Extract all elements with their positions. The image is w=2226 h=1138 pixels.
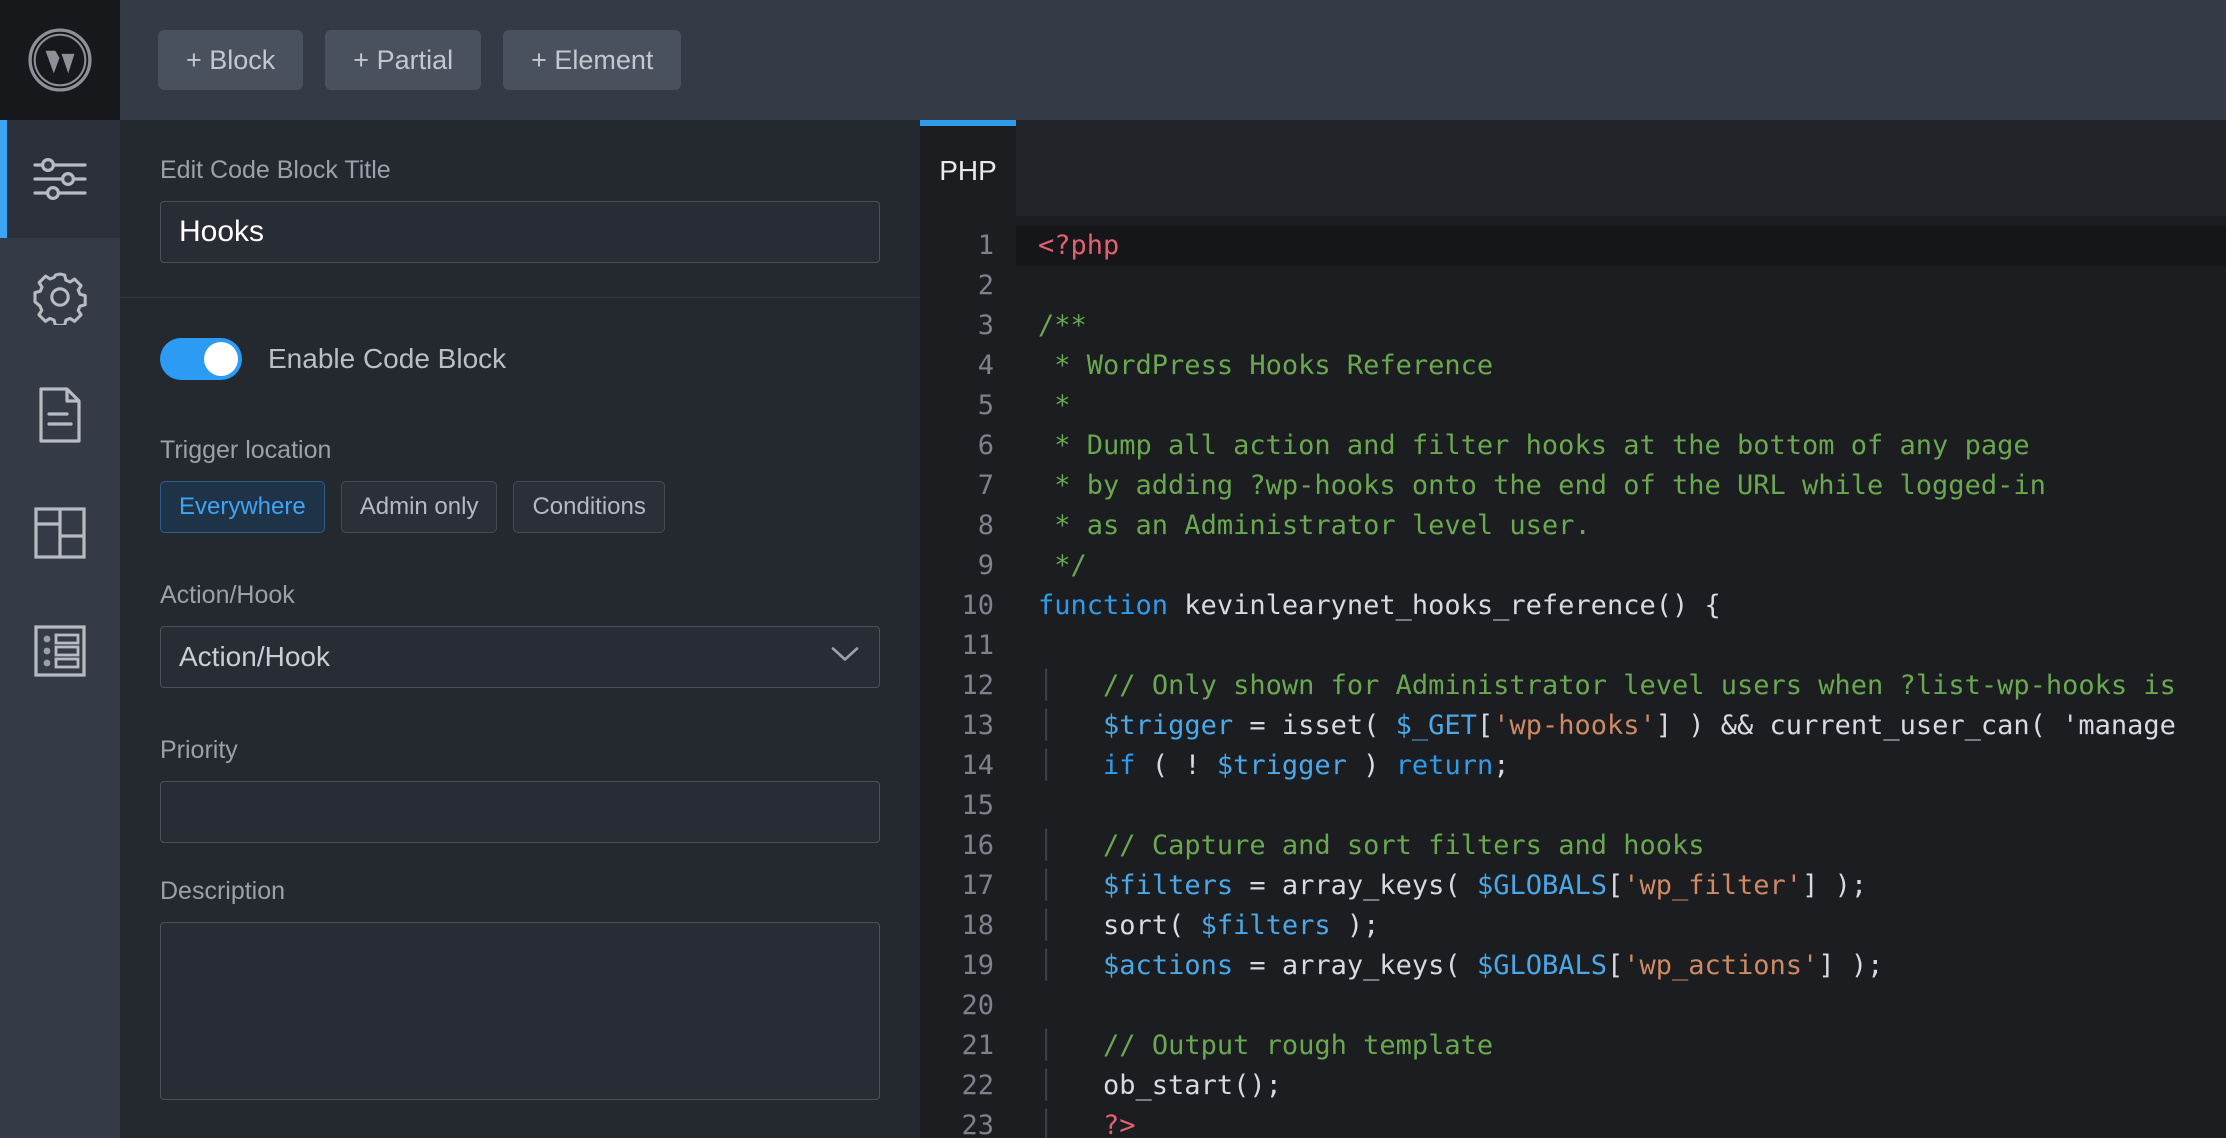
code-line: * by adding ?wp-hooks onto the end of th…	[1038, 466, 2226, 506]
add-block-button[interactable]: + Block	[158, 30, 303, 90]
description-label: Description	[160, 877, 880, 906]
line-number: 6	[920, 426, 994, 466]
wordpress-logo-icon[interactable]	[0, 0, 120, 120]
sliders-icon	[31, 154, 89, 204]
main-body: Edit Code Block Title Enable Code Block …	[0, 120, 2226, 1138]
code-line	[1038, 266, 2226, 306]
layout-icon	[32, 505, 88, 561]
line-number: 21	[920, 1026, 994, 1066]
document-icon	[36, 386, 84, 444]
tab-php[interactable]: PHP	[920, 120, 1016, 216]
trigger-option-admin-only[interactable]: Admin only	[341, 481, 498, 533]
code-area[interactable]: 1 2 3 4 5 6 7 8 9 10 11 12 13 14 15 16 1	[920, 216, 2226, 1138]
code-line	[1038, 986, 2226, 1026]
toggle-knob	[204, 342, 238, 376]
line-number: 5	[920, 386, 994, 426]
add-element-button[interactable]: + Element	[503, 30, 681, 90]
editor-tabbar: PHP	[920, 120, 2226, 216]
code-line	[1038, 626, 2226, 666]
code-line: │ $trigger = isset( $_GET['wp-hooks'] ) …	[1038, 706, 2226, 746]
trigger-option-everywhere[interactable]: Everywhere	[160, 481, 325, 533]
line-number: 4	[920, 346, 994, 386]
line-number: 23	[920, 1106, 994, 1138]
code-line: * as an Administrator level user.	[1038, 506, 2226, 546]
line-number: 12	[920, 666, 994, 706]
trigger-location-label: Trigger location	[160, 436, 880, 465]
sidebar-item-layouts[interactable]	[0, 474, 120, 592]
code-line: * Dump all action and filter hooks at th…	[1038, 426, 2226, 466]
settings-panel: Edit Code Block Title Enable Code Block …	[120, 120, 920, 1138]
line-number: 18	[920, 906, 994, 946]
settings-section: Enable Code Block Trigger location Every…	[120, 298, 920, 1100]
icon-rail	[0, 120, 120, 1138]
enable-code-block-toggle[interactable]	[160, 338, 242, 380]
code-line: │ // Only shown for Administrator level …	[1038, 666, 2226, 706]
line-number: 9	[920, 546, 994, 586]
code-line: │ $filters = array_keys( $GLOBALS['wp_fi…	[1038, 866, 2226, 906]
code-line: function kevinlearynet_hooks_reference()…	[1038, 586, 2226, 626]
code-text[interactable]: <?php /** * WordPress Hooks Reference * …	[1016, 216, 2226, 1138]
code-line: │ // Output rough template	[1038, 1026, 2226, 1066]
toolbar-button-group: + Block + Partial + Element	[120, 0, 681, 120]
trigger-location-group: Everywhere Admin only Conditions	[160, 481, 880, 533]
sidebar-item-options[interactable]	[0, 238, 120, 356]
line-number: 1	[920, 226, 994, 266]
code-line: │ sort( $filters );	[1038, 906, 2226, 946]
line-number: 15	[920, 786, 994, 826]
sidebar-item-settings-sliders[interactable]	[0, 120, 120, 238]
gear-icon	[32, 269, 88, 325]
line-number: 10	[920, 586, 994, 626]
trigger-option-conditions[interactable]: Conditions	[513, 481, 664, 533]
code-editor: PHP 1 2 3 4 5 6 7 8 9 10 11 12 13 14	[920, 120, 2226, 1138]
line-number: 14	[920, 746, 994, 786]
code-line: │ ?>	[1038, 1106, 2226, 1138]
line-number-gutter: 1 2 3 4 5 6 7 8 9 10 11 12 13 14 15 16 1	[920, 216, 1016, 1138]
line-number: 19	[920, 946, 994, 986]
sidebar-item-pages[interactable]	[0, 356, 120, 474]
title-field-label: Edit Code Block Title	[160, 156, 880, 185]
line-number: 3	[920, 306, 994, 346]
action-hook-label: Action/Hook	[160, 581, 880, 610]
action-hook-select[interactable]: Action/Hook	[160, 626, 880, 688]
enable-code-block-label: Enable Code Block	[268, 343, 506, 375]
priority-label: Priority	[160, 736, 880, 765]
code-line: <?php	[1016, 226, 2226, 266]
code-line: */	[1038, 546, 2226, 586]
code-line: │ if ( ! $trigger ) return;	[1038, 746, 2226, 786]
code-line: *	[1038, 386, 2226, 426]
line-number: 2	[920, 266, 994, 306]
add-partial-button[interactable]: + Partial	[325, 30, 481, 90]
priority-field-wrap	[160, 781, 880, 843]
line-number: 13	[920, 706, 994, 746]
sidebar-item-library[interactable]	[0, 592, 120, 710]
description-textarea[interactable]	[160, 922, 880, 1100]
code-line: /**	[1038, 306, 2226, 346]
code-block-title-input[interactable]	[160, 201, 880, 263]
line-number: 7	[920, 466, 994, 506]
top-toolbar: + Block + Partial + Element	[0, 0, 2226, 120]
line-number: 11	[920, 626, 994, 666]
line-number: 20	[920, 986, 994, 1026]
app-root: + Block + Partial + Element	[0, 0, 2226, 1138]
action-hook-select-wrap: Action/Hook	[160, 626, 880, 688]
code-line	[1038, 786, 2226, 826]
code-line: * WordPress Hooks Reference	[1038, 346, 2226, 386]
list-icon	[32, 623, 88, 679]
line-number: 8	[920, 506, 994, 546]
line-number: 16	[920, 826, 994, 866]
code-line: │ ob_start();	[1038, 1066, 2226, 1106]
code-line: │ // Capture and sort filters and hooks	[1038, 826, 2226, 866]
code-line: │ $actions = array_keys( $GLOBALS['wp_ac…	[1038, 946, 2226, 986]
enable-code-block-row: Enable Code Block	[160, 338, 880, 380]
priority-input[interactable]	[160, 781, 880, 843]
line-number: 17	[920, 866, 994, 906]
line-number: 22	[920, 1066, 994, 1106]
title-section: Edit Code Block Title	[120, 120, 920, 298]
